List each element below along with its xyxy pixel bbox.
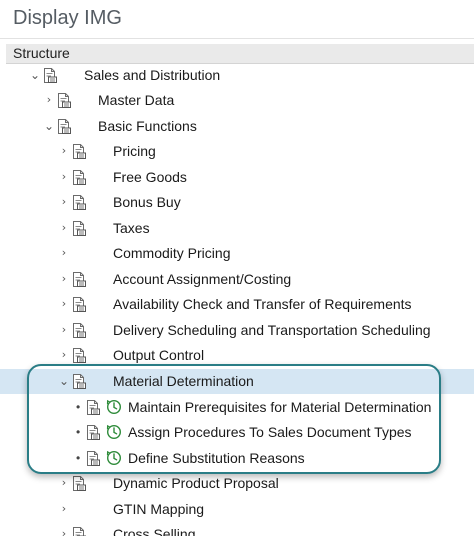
chevron-right-icon[interactable]: › [58, 527, 70, 536]
tree-node-pricing[interactable]: › Pricing [0, 139, 474, 164]
tree-node-label: GTIN Mapping [113, 501, 205, 517]
img-document-icon[interactable] [86, 425, 100, 440]
chevron-right-icon[interactable]: › [58, 272, 70, 286]
chevron-right-icon[interactable]: › [58, 195, 70, 209]
tree-node-dynamic-product-proposal[interactable]: › Dynamic Product Proposal [0, 471, 474, 496]
img-document-icon [72, 272, 86, 287]
tree-node-label: Availability Check and Transfer of Requi… [113, 296, 412, 312]
bullet-icon: • [76, 400, 81, 414]
tree-node-label: Basic Functions [98, 118, 197, 134]
tree-node-label: Master Data [98, 92, 175, 108]
chevron-right-icon[interactable]: › [58, 221, 70, 235]
tree-node-delivery-scheduling[interactable]: › Delivery Scheduling and Transportation… [0, 318, 474, 343]
img-document-icon [72, 527, 86, 536]
tree-node-commodity-pricing[interactable]: › Commodity Pricing [0, 241, 474, 266]
execute-activity-icon[interactable] [106, 399, 122, 415]
img-document-icon [72, 144, 86, 159]
tree-node-material-determination[interactable]: ⌄ Material Determination [0, 369, 474, 394]
tree-node-sales-and-distribution[interactable]: ⌄ Sales and Distribution [0, 63, 474, 88]
structure-column-header: Structure [6, 44, 474, 64]
tree-node-label: Pricing [113, 143, 156, 159]
tree-node-label: Free Goods [113, 169, 187, 185]
tree-node-label: Maintain Prerequisites for Material Dete… [128, 399, 432, 415]
tree-node-label: Delivery Scheduling and Transportation S… [113, 322, 431, 338]
tree-activity-define-substitution-reasons[interactable]: • Define Substitution Reasons [0, 446, 474, 471]
tree-node-free-goods[interactable]: › Free Goods [0, 165, 474, 190]
img-document-icon [72, 297, 86, 312]
tree-node-master-data[interactable]: › Master Data [0, 88, 474, 113]
img-document-icon[interactable] [86, 400, 100, 415]
chevron-right-icon[interactable]: › [58, 246, 70, 260]
tree-node-label: Dynamic Product Proposal [113, 475, 279, 491]
chevron-right-icon[interactable]: › [43, 93, 55, 107]
title-bar: Display IMG [0, 0, 474, 39]
bullet-icon: • [76, 425, 81, 439]
img-document-icon[interactable] [86, 451, 100, 466]
tree-node-label: Sales and Distribution [84, 67, 221, 83]
img-document-icon [72, 323, 86, 338]
chevron-down-icon[interactable]: ⌄ [29, 68, 41, 82]
img-document-icon [72, 170, 86, 185]
tree-activity-assign-procedures[interactable]: • Assign Procedures To Sales Document Ty… [0, 420, 474, 445]
tree-node-label: Assign Procedures To Sales Document Type… [128, 424, 412, 440]
img-document-icon [72, 476, 86, 491]
chevron-right-icon[interactable]: › [58, 502, 70, 516]
tree-node-cross-selling[interactable]: › Cross Selling [0, 522, 474, 536]
chevron-down-icon[interactable]: ⌄ [58, 374, 70, 388]
tree-node-label: Account Assignment/Costing [113, 271, 292, 287]
chevron-right-icon[interactable]: › [58, 170, 70, 184]
window-title: Display IMG [13, 7, 122, 29]
execute-activity-icon[interactable] [106, 450, 122, 466]
execute-activity-icon[interactable] [106, 424, 122, 440]
img-document-icon [57, 119, 71, 134]
column-header-label: Structure [13, 45, 70, 61]
img-document-icon [72, 221, 86, 236]
tree-node-bonus-buy[interactable]: › Bonus Buy [0, 190, 474, 215]
tree-node-label: Bonus Buy [113, 194, 181, 210]
chevron-right-icon[interactable]: › [58, 348, 70, 362]
tree-node-label: Commodity Pricing [113, 245, 231, 261]
chevron-right-icon[interactable]: › [58, 144, 70, 158]
img-document-icon [72, 195, 86, 210]
tree-node-label: Define Substitution Reasons [128, 450, 305, 466]
img-document-icon [57, 93, 71, 108]
tree-node-label: Taxes [113, 220, 150, 236]
tree-node-label: Cross Selling [113, 526, 196, 536]
tree-node-account-assignment-costing[interactable]: › Account Assignment/Costing [0, 267, 474, 292]
tree-node-basic-functions[interactable]: ⌄ Basic Functions [0, 114, 474, 139]
tree-node-output-control[interactable]: › Output Control [0, 343, 474, 368]
img-document-icon [72, 374, 86, 389]
tree-activity-maintain-prerequisites[interactable]: • Maintain Prerequisites for Material De… [0, 395, 474, 420]
img-document-icon [43, 68, 57, 83]
img-document-icon [72, 348, 86, 363]
chevron-right-icon[interactable]: › [58, 476, 70, 490]
bullet-icon: • [76, 451, 81, 465]
tree-node-gtin-mapping[interactable]: › GTIN Mapping [0, 497, 474, 522]
tree-node-label: Material Determination [113, 373, 254, 389]
chevron-right-icon[interactable]: › [58, 297, 70, 311]
chevron-down-icon[interactable]: ⌄ [43, 119, 55, 133]
tree-node-taxes[interactable]: › Taxes [0, 216, 474, 241]
chevron-right-icon[interactable]: › [58, 323, 70, 337]
tree-node-label: Output Control [113, 347, 205, 363]
tree-node-availability-check[interactable]: › Availability Check and Transfer of Req… [0, 292, 474, 317]
